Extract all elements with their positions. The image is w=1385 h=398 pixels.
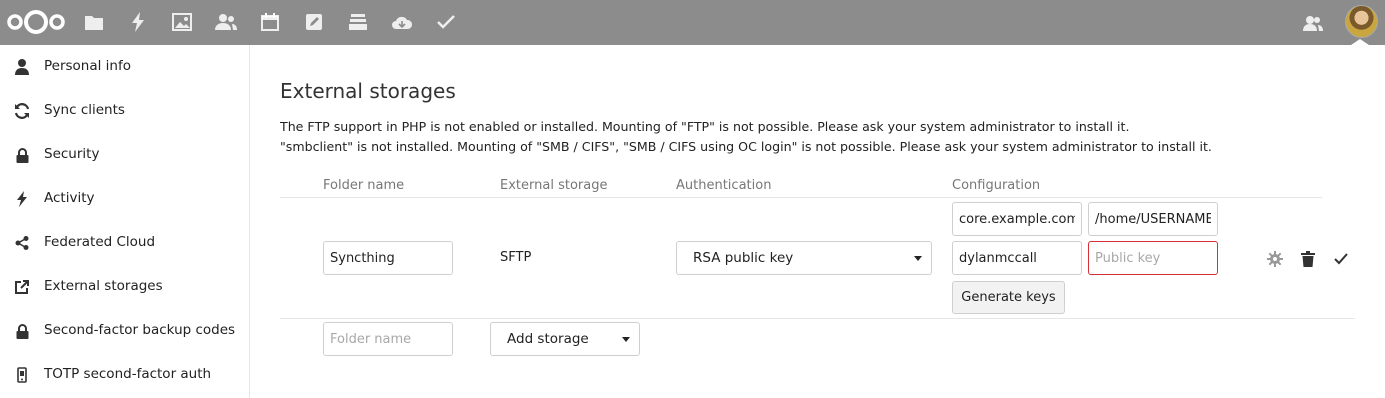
sidebar-item-label: External storages bbox=[44, 278, 163, 294]
add-storage-select[interactable]: Add storage bbox=[490, 322, 640, 356]
contacts-icon[interactable] bbox=[215, 11, 237, 33]
authentication-select-label: RSA public key bbox=[693, 250, 794, 266]
notes-icon[interactable] bbox=[303, 11, 325, 33]
tasks-icon[interactable] bbox=[435, 11, 457, 33]
new-folder-name-input[interactable] bbox=[323, 322, 453, 356]
username-input[interactable] bbox=[952, 241, 1082, 275]
sidebar-item-label: Activity bbox=[44, 190, 95, 206]
sidebar-item-backup-codes[interactable]: Second-factor backup codes bbox=[0, 309, 249, 353]
gear-icon[interactable] bbox=[1266, 250, 1284, 268]
lock-icon bbox=[14, 323, 30, 339]
sidebar-item-label: Security bbox=[44, 146, 100, 162]
sidebar-item-personal-info[interactable]: Personal info bbox=[0, 45, 249, 89]
contacts-menu-icon[interactable] bbox=[1302, 12, 1324, 34]
page-title: External storages bbox=[280, 79, 456, 103]
sidebar-item-activity[interactable]: Activity bbox=[0, 177, 249, 221]
sidebar-item-label: Personal info bbox=[44, 58, 131, 74]
add-storage-label: Add storage bbox=[507, 331, 589, 347]
sync-icon bbox=[14, 103, 30, 119]
row-divider bbox=[280, 318, 1355, 319]
sidebar-item-totp[interactable]: TOTP second-factor auth bbox=[0, 353, 249, 397]
header-configuration: Configuration bbox=[952, 178, 1041, 193]
calendar-icon[interactable] bbox=[259, 11, 281, 33]
deck-icon[interactable] bbox=[347, 11, 369, 33]
nextcloud-logo-icon[interactable] bbox=[4, 8, 68, 36]
settings-sidebar: Personal info Sync clients Security Acti… bbox=[0, 45, 250, 398]
chevron-down-icon bbox=[622, 337, 630, 342]
header-divider bbox=[280, 197, 1322, 198]
root-input[interactable] bbox=[1088, 202, 1218, 236]
checkmark-icon[interactable] bbox=[1332, 250, 1350, 268]
header-external-storage: External storage bbox=[500, 178, 608, 193]
sidebar-item-label: TOTP second-factor auth bbox=[44, 366, 212, 382]
header-folder-name: Folder name bbox=[323, 178, 405, 193]
lock-icon bbox=[14, 147, 30, 163]
ftp-warning: The FTP support in PHP is not enabled or… bbox=[280, 119, 1130, 134]
sidebar-item-external-storages[interactable]: External storages bbox=[0, 265, 249, 309]
share-icon bbox=[14, 235, 30, 251]
cloud-icon[interactable] bbox=[391, 11, 413, 33]
sidebar-item-sync-clients[interactable]: Sync clients bbox=[0, 89, 249, 133]
smbclient-warning: "smbclient" is not installed. Mounting o… bbox=[280, 139, 1212, 154]
host-input[interactable] bbox=[952, 202, 1082, 236]
activity-icon[interactable] bbox=[127, 11, 149, 33]
activity-icon bbox=[14, 191, 30, 207]
files-icon[interactable] bbox=[83, 11, 105, 33]
external-link-icon bbox=[14, 279, 30, 295]
sidebar-item-federated-cloud[interactable]: Federated Cloud bbox=[0, 221, 249, 265]
delete-icon[interactable] bbox=[1299, 250, 1317, 268]
user-icon bbox=[14, 59, 30, 75]
chevron-down-icon bbox=[914, 256, 922, 261]
sidebar-item-security[interactable]: Security bbox=[0, 133, 249, 177]
folder-name-input[interactable] bbox=[323, 241, 453, 275]
user-avatar[interactable] bbox=[1345, 5, 1378, 38]
gallery-icon[interactable] bbox=[171, 11, 193, 33]
header-authentication: Authentication bbox=[676, 178, 772, 193]
main-content: External storages The FTP support in PHP… bbox=[250, 45, 1385, 398]
sidebar-item-label: Federated Cloud bbox=[44, 234, 156, 250]
phone-icon bbox=[14, 367, 30, 383]
public-key-input[interactable] bbox=[1088, 241, 1218, 275]
generate-keys-button[interactable]: Generate keys bbox=[952, 281, 1065, 314]
storage-type: SFTP bbox=[500, 250, 532, 265]
sidebar-item-label: Second-factor backup codes bbox=[44, 322, 236, 338]
authentication-select[interactable]: RSA public key bbox=[676, 241, 932, 275]
sidebar-item-label: Sync clients bbox=[44, 102, 125, 118]
top-bar bbox=[0, 0, 1385, 45]
